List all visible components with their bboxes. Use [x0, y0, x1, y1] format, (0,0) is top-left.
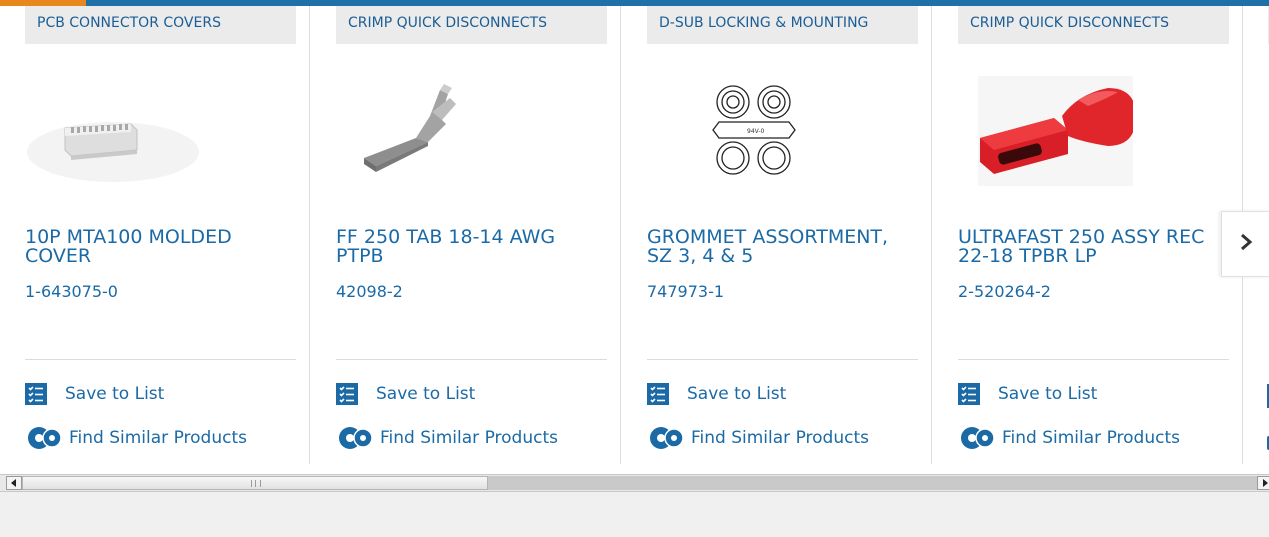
checklist-icon	[25, 383, 47, 405]
category-label[interactable]: CRIMP QUICK DISCONNECTS	[336, 6, 607, 44]
find-similar-button[interactable]: Find Similar Products	[647, 426, 869, 450]
product-image[interactable]	[336, 76, 511, 186]
scrollbar-thumb[interactable]	[22, 476, 488, 490]
scrollbar-track[interactable]	[488, 476, 1257, 490]
category-label[interactable]: PCB CONNECTOR COVERS	[25, 6, 296, 44]
part-number-link[interactable]: 2-520264-2	[958, 282, 1051, 301]
gears-icon	[25, 426, 65, 450]
divider	[336, 359, 607, 360]
find-similar-button[interactable]: Find Similar Products	[336, 426, 558, 450]
part-number-link[interactable]: 1-643075-0	[25, 282, 118, 301]
product-image[interactable]: 94V-0	[647, 76, 822, 186]
product-name-line: COVER	[25, 245, 92, 266]
divider	[958, 359, 1229, 360]
scrollbar-grip-icon	[251, 480, 261, 487]
part-number-link[interactable]: 747973-1	[647, 282, 724, 301]
chevron-right-icon	[1239, 232, 1253, 257]
scroll-right-arrow-icon	[1258, 477, 1269, 489]
gears-icon	[336, 426, 376, 450]
checklist-icon	[647, 383, 669, 405]
product-name-line: 22-18 TPBR LP	[958, 245, 1097, 266]
checklist-icon	[958, 383, 980, 405]
save-to-list-label: Save to List	[376, 384, 476, 404]
gears-icon	[958, 426, 998, 450]
product-image[interactable]	[25, 76, 200, 186]
save-to-list-button[interactable]: Save to List	[25, 382, 164, 406]
scroll-left-button[interactable]	[6, 476, 22, 490]
product-card: CRIMP QUICK DISCONNECTS FF 250 TAB 18-14…	[311, 6, 621, 464]
divider	[25, 359, 296, 360]
product-card: D-SUB LOCKING & MOUNTING 94V-0 GROMMET A…	[622, 6, 932, 464]
find-similar-button[interactable]: Find Similar Products	[25, 426, 247, 450]
find-similar-label: Find Similar Products	[380, 428, 558, 448]
save-to-list-label: Save to List	[998, 384, 1098, 404]
category-label[interactable]: CRIMP QUICK DISCONNECTS	[958, 6, 1229, 44]
find-similar-label: Find Similar Products	[691, 428, 869, 448]
save-to-list-button[interactable]: Save to List	[647, 382, 786, 406]
scroll-left-arrow-icon	[7, 477, 21, 489]
product-name-line: SZ 3, 4 & 5	[647, 245, 754, 266]
horizontal-scrollbar[interactable]	[0, 474, 1269, 492]
scroll-right-button[interactable]	[1257, 476, 1269, 490]
product-name-link[interactable]: FF 250 TAB 18-14 AWG PTPB	[336, 228, 616, 266]
save-to-list-button[interactable]: Save to List	[336, 382, 475, 406]
part-number-link[interactable]: 42098-2	[336, 282, 403, 301]
product-carousel: PCB CONNECTOR COVERS 10P MTA100 MOLDED C…	[0, 0, 1269, 474]
product-card: PCB CONNECTOR COVERS 10P MTA100 MOLDED C…	[0, 6, 310, 464]
find-similar-label: Find Similar Products	[69, 428, 247, 448]
product-name-link[interactable]: ULTRAFAST 250 ASSY REC 22-18 TPBR LP	[958, 228, 1238, 266]
svg-text:94V-0: 94V-0	[747, 128, 765, 135]
save-to-list-label: Save to List	[687, 384, 787, 404]
product-image[interactable]	[958, 76, 1136, 186]
gears-icon	[647, 426, 687, 450]
category-label[interactable]: D-SUB LOCKING & MOUNTING	[647, 6, 918, 44]
divider	[647, 359, 918, 360]
product-card: CRIMP QUICK DISCONNECTS ULTRAFAST 250 AS…	[933, 6, 1243, 464]
carousel-next-button[interactable]	[1221, 211, 1269, 277]
find-similar-button[interactable]: Find Similar Products	[958, 426, 1180, 450]
save-to-list-button[interactable]: Save to List	[958, 382, 1097, 406]
product-name-line: PTPB	[336, 245, 384, 266]
product-name-link[interactable]: GROMMET ASSORTMENT, SZ 3, 4 & 5	[647, 228, 927, 266]
product-name-link[interactable]: 10P MTA100 MOLDED COVER	[25, 228, 305, 266]
find-similar-label: Find Similar Products	[1002, 428, 1180, 448]
save-to-list-label: Save to List	[65, 384, 165, 404]
checklist-icon	[336, 383, 358, 405]
